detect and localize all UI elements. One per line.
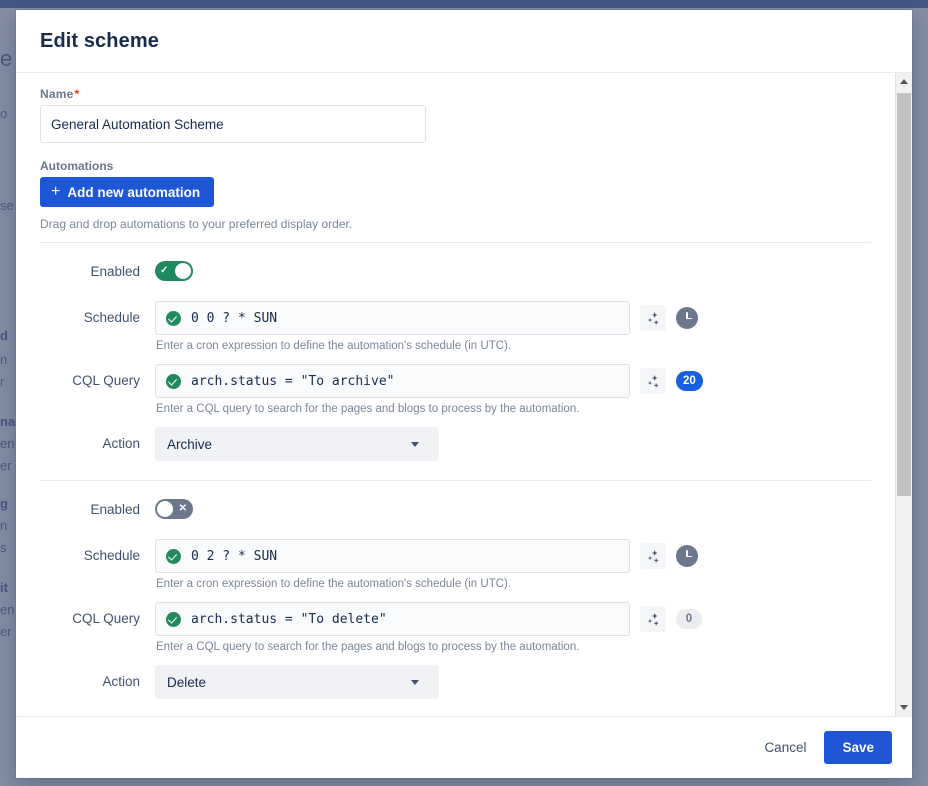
action-select[interactable]: Delete (155, 665, 439, 699)
section-divider (40, 242, 871, 243)
enabled-toggle[interactable]: ✓ (155, 261, 193, 281)
cql-input-line: arch.status = "To delete" 0 (155, 602, 871, 636)
toggle-knob (157, 501, 173, 517)
schedule-control: 0 0 ? * SUN Enter a cron expression to de… (155, 301, 871, 352)
cql-query-input[interactable]: arch.status = "To delete" (155, 602, 630, 636)
chevron-down-icon (411, 441, 419, 447)
automation-enabled-row: Enabled ✕ (40, 493, 871, 527)
schedule-input-line: 0 2 ? * SUN (155, 539, 871, 573)
name-label: Name* (40, 87, 871, 101)
add-button-label: Add new automation (67, 184, 201, 200)
cql-control: arch.status = "To archive" 20 Enter a CQL … (155, 364, 871, 415)
add-new-automation-button[interactable]: + Add new automation (40, 177, 215, 207)
cql-query-label: CQL Query (72, 373, 140, 388)
schedule-value: 0 0 ? * SUN (191, 310, 278, 326)
schedule-help-text: Enter a cron expression to define the au… (156, 578, 512, 590)
action-control: Delete (155, 665, 871, 699)
action-selected-value: Archive (167, 436, 213, 452)
cancel-button[interactable]: Cancel (752, 732, 818, 763)
action-label: Action (102, 674, 140, 689)
schedule-input-line: 0 0 ? * SUN (155, 301, 871, 335)
cql-input-line: arch.status = "To archive" 20 (155, 364, 871, 398)
scroll-down-arrow-icon[interactable] (896, 699, 912, 716)
schedule-input[interactable]: 0 0 ? * SUN (155, 301, 630, 335)
enabled-control: ✓ (155, 255, 871, 286)
schedule-input[interactable]: 0 2 ? * SUN (155, 539, 630, 573)
valid-check-icon (166, 310, 181, 326)
cql-control: arch.status = "To delete" 0 Enter a CQL qu… (155, 602, 871, 653)
drag-drop-hint: Drag and drop automations to your prefer… (40, 217, 353, 231)
edit-scheme-dialog: Edit scheme Name* Automations + Add new … (16, 10, 912, 778)
cql-query-value: arch.status = "To archive" (191, 373, 395, 389)
automation-schedule-row: Schedule 0 2 ? * SUN Enter a cron expressi… (40, 539, 871, 590)
automation-block: Enabled ✕ Schedule 0 2 ? * SUN Enter a cron … (40, 493, 871, 699)
schedule-label: Schedule (83, 548, 140, 563)
enabled-control: ✕ (155, 493, 871, 524)
sparkle-icon[interactable] (640, 543, 666, 569)
scrollbar-thumb[interactable] (897, 93, 911, 496)
vertical-scrollbar[interactable] (895, 73, 912, 716)
scroll-up-arrow-icon[interactable] (896, 73, 912, 90)
save-button[interactable]: Save (824, 731, 892, 764)
action-label: Action (102, 436, 140, 451)
clock-icon[interactable] (676, 307, 698, 329)
dialog-footer: Cancel Save (16, 716, 912, 778)
name-label-text: Name (40, 87, 74, 101)
automation-cql-row: CQL Query arch.status = "To delete" 0 Enter… (40, 602, 871, 653)
sparkle-icon[interactable] (640, 305, 666, 331)
toggle-state-icon: ✓ (160, 265, 169, 276)
cql-query-label: CQL Query (72, 611, 140, 626)
automation-schedule-row: Schedule 0 0 ? * SUN Enter a cron expressi… (40, 301, 871, 352)
cql-help-text: Enter a CQL query to search for the page… (156, 403, 580, 415)
result-count-badge[interactable]: 20 (676, 371, 703, 391)
valid-check-icon (166, 611, 181, 627)
schedule-control: 0 2 ? * SUN Enter a cron expression to de… (155, 539, 871, 590)
required-asterisk: * (74, 87, 80, 101)
valid-check-icon (166, 373, 181, 389)
sparkle-icon[interactable] (640, 606, 666, 632)
sparkle-icon[interactable] (640, 368, 666, 394)
schedule-help-text: Enter a cron expression to define the au… (156, 340, 512, 352)
name-field-group: Name* (40, 87, 871, 143)
enabled-label: Enabled (90, 264, 140, 279)
result-count-badge[interactable]: 0 (676, 609, 702, 629)
toggle-state-icon: ✕ (178, 503, 187, 514)
page-title: Edit scheme (40, 29, 159, 52)
automation-cql-row: CQL Query arch.status = "To archive" 20 Ent… (40, 364, 871, 415)
cql-query-input[interactable]: arch.status = "To archive" (155, 364, 630, 398)
automations-label: Automations (40, 159, 114, 173)
automations-list: Enabled ✓ Schedule 0 0 ? * SUN Enter a cron … (40, 255, 871, 699)
enabled-toggle[interactable]: ✕ (155, 499, 193, 519)
chevron-down-icon (411, 679, 419, 685)
automation-action-row: Action Delete (40, 665, 871, 699)
plus-icon: + (51, 183, 61, 200)
cql-query-value: arch.status = "To delete" (191, 611, 387, 627)
automation-block: Enabled ✓ Schedule 0 0 ? * SUN Enter a cron … (40, 255, 871, 481)
clock-icon[interactable] (676, 545, 698, 567)
scroll-content: Name* Automations + Add new automation D… (16, 73, 895, 716)
schedule-value: 0 2 ? * SUN (191, 548, 278, 564)
action-control: Archive (155, 427, 871, 461)
action-select[interactable]: Archive (155, 427, 439, 461)
name-input[interactable] (40, 105, 426, 143)
automation-enabled-row: Enabled ✓ (40, 255, 871, 289)
action-selected-value: Delete (167, 674, 207, 690)
toggle-knob (175, 263, 191, 279)
dialog-header: Edit scheme (16, 10, 912, 72)
dialog-body: Name* Automations + Add new automation D… (16, 72, 912, 716)
enabled-label: Enabled (90, 502, 140, 517)
valid-check-icon (166, 548, 181, 564)
automation-action-row: Action Archive (40, 427, 871, 461)
automation-divider (40, 480, 871, 481)
cql-help-text: Enter a CQL query to search for the page… (156, 641, 580, 653)
schedule-label: Schedule (83, 310, 140, 325)
